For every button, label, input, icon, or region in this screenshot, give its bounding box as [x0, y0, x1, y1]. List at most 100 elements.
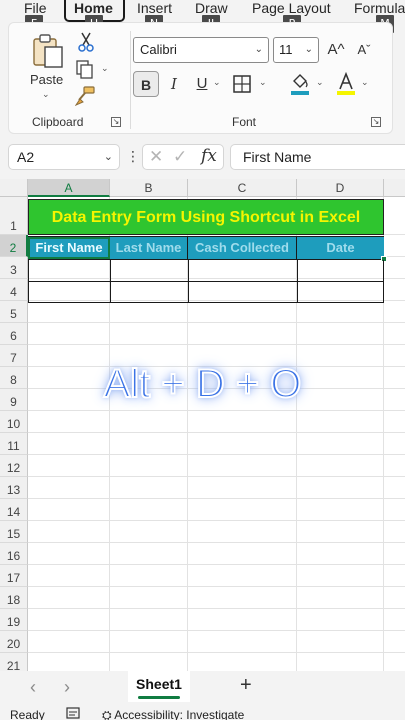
row-header-10[interactable]: 10	[0, 411, 28, 433]
tab-formulas[interactable]: Formula	[354, 0, 405, 16]
column-header-b[interactable]: B	[110, 179, 188, 197]
group-divider	[130, 31, 131, 129]
row-header-18[interactable]: 18	[0, 587, 28, 609]
chevron-right-icon[interactable]: ›	[64, 677, 70, 698]
tab-insert[interactable]: Insert	[137, 0, 172, 16]
bold-button[interactable]: B	[133, 71, 159, 97]
borders-dropdown-icon[interactable]: ⌄	[259, 77, 267, 88]
increase-font-size-button[interactable]: A^	[323, 37, 349, 63]
row-header-13[interactable]: 13	[0, 477, 28, 499]
paste-dropdown-icon[interactable]: ⌄	[42, 89, 50, 100]
chevron-left-icon[interactable]: ‹	[30, 677, 36, 698]
borders-button[interactable]	[231, 73, 253, 95]
paint-bucket-icon	[291, 74, 309, 95]
row-header-17[interactable]: 17	[0, 565, 28, 587]
cancel-icon[interactable]: ✕	[149, 147, 163, 167]
formula-actions: ✕ ✓ fx	[142, 144, 224, 170]
underline-dropdown-icon[interactable]: ⌄	[213, 77, 221, 88]
sheet-tab-bar: ‹ › Sheet1 +	[0, 671, 405, 704]
chevron-down-icon: ⌄	[103, 151, 113, 163]
accessibility-status[interactable]: ⛭ Accessibility: Investigate	[102, 708, 244, 720]
copy-icon	[76, 60, 93, 79]
add-sheet-button[interactable]: +	[240, 674, 252, 697]
column-header-a[interactable]: A	[28, 179, 110, 197]
font-name-value: Calibri	[140, 42, 177, 57]
row-header-6[interactable]: 6	[0, 323, 28, 345]
row-header-14[interactable]: 14	[0, 499, 28, 521]
data-entry-area[interactable]	[28, 260, 384, 303]
font-color-dropdown-icon[interactable]: ⌄	[361, 77, 369, 88]
paste-label: Paste	[30, 72, 64, 87]
tab-draw[interactable]: Draw	[195, 0, 228, 16]
clipboard-icon	[33, 34, 63, 68]
name-box-value: A2	[17, 149, 35, 165]
clipboard-launcher-icon[interactable]: ↘	[111, 117, 121, 127]
column-header-e[interactable]	[384, 179, 405, 197]
row-header-20[interactable]: 20	[0, 631, 28, 653]
row-header-7[interactable]: 7	[0, 345, 28, 367]
fill-color-button[interactable]	[289, 71, 311, 97]
copy-button[interactable]	[73, 59, 97, 81]
more-options-icon[interactable]: ⋮	[126, 148, 140, 165]
sheet-tab-sheet1[interactable]: Sheet1	[128, 671, 190, 702]
spreadsheet-grid[interactable]: A B C D 1 2 3 4 5 6 7 8 9 10 11 12 13 14 15 16 17 18 19 20 2…	[0, 179, 405, 671]
workbook-stats-icon[interactable]	[66, 707, 80, 720]
row-header-21[interactable]: 21	[0, 653, 28, 671]
row-header-5[interactable]: 5	[0, 301, 28, 323]
status-ready: Ready	[10, 708, 45, 720]
stats-icon	[66, 707, 80, 719]
insert-function-button[interactable]: fx	[201, 146, 217, 166]
font-color-button[interactable]	[335, 71, 357, 97]
row-header-3[interactable]: 3	[0, 257, 28, 279]
row-header-19[interactable]: 19	[0, 609, 28, 631]
font-name-dropdown[interactable]: Calibri ⌄	[133, 37, 269, 63]
row-header-15[interactable]: 15	[0, 521, 28, 543]
ribbon-home-panel: Paste ⌄ ⌄ Clipboard ↘ Calibri ⌄ 11 ⌄ A^ …	[8, 22, 393, 134]
name-box[interactable]: A2 ⌄	[8, 144, 120, 170]
font-group-label: Font	[232, 115, 257, 129]
title-cell[interactable]: Data Entry Form Using Shortcut in Excel	[28, 199, 384, 235]
accessibility-icon: ⛭	[102, 708, 112, 720]
borders-icon	[233, 75, 251, 93]
select-all-corner[interactable]	[0, 179, 28, 197]
row-header-16[interactable]: 16	[0, 543, 28, 565]
status-bar: Ready ⛭ Accessibility: Investigate	[0, 704, 405, 720]
chevron-down-icon: ⌄	[254, 44, 263, 55]
format-painter-button[interactable]	[73, 85, 97, 107]
font-size-value: 11	[279, 42, 293, 57]
column-header-c[interactable]: C	[188, 179, 297, 197]
row-header-12[interactable]: 12	[0, 455, 28, 477]
font-launcher-icon[interactable]: ↘	[371, 117, 381, 127]
font-size-dropdown[interactable]: 11 ⌄	[273, 37, 319, 63]
paste-button[interactable]	[31, 33, 65, 69]
row-header-8[interactable]: 8	[0, 367, 28, 389]
ribbon-tab-bar: File Home Insert Draw Page Layout Formul…	[0, 0, 405, 33]
decrease-font-size-button[interactable]: Aˇ	[351, 37, 377, 63]
formula-bar: A2 ⌄ ⋮ ✕ ✓ fx First Name	[0, 140, 405, 174]
tab-file[interactable]: File	[24, 0, 47, 16]
excel-window: File Home Insert Draw Page Layout Formul…	[0, 0, 405, 720]
font-color-icon	[337, 72, 355, 95]
accessibility-label: Accessibility: Investigate	[114, 708, 245, 720]
underline-button[interactable]: U	[189, 71, 215, 97]
clipboard-group-label: Clipboard	[32, 115, 84, 129]
shortcut-overlay-text: Alt + D + O	[103, 361, 303, 407]
header-cell-date[interactable]: Date	[297, 237, 384, 259]
row-header-1[interactable]: 1	[0, 197, 28, 235]
row-header-9[interactable]: 9	[0, 389, 28, 411]
formula-input[interactable]: First Name	[230, 144, 405, 170]
enter-check-icon[interactable]: ✓	[173, 147, 187, 167]
header-cell-last-name[interactable]: Last Name	[110, 237, 188, 259]
header-cell-cash-collected[interactable]: Cash Collected	[188, 237, 297, 259]
italic-button[interactable]: I	[161, 71, 187, 97]
header-cell-first-name[interactable]: First Name	[28, 237, 110, 259]
row-header-11[interactable]: 11	[0, 433, 28, 455]
tab-page-layout[interactable]: Page Layout	[252, 0, 331, 16]
copy-dropdown-icon[interactable]: ⌄	[101, 63, 109, 74]
row-header-4[interactable]: 4	[0, 279, 28, 301]
column-header-d[interactable]: D	[297, 179, 384, 197]
row-header-2[interactable]: 2	[0, 235, 28, 257]
fill-color-dropdown-icon[interactable]: ⌄	[316, 77, 324, 88]
scissors-icon	[78, 32, 94, 52]
cut-button[interactable]	[75, 31, 97, 53]
